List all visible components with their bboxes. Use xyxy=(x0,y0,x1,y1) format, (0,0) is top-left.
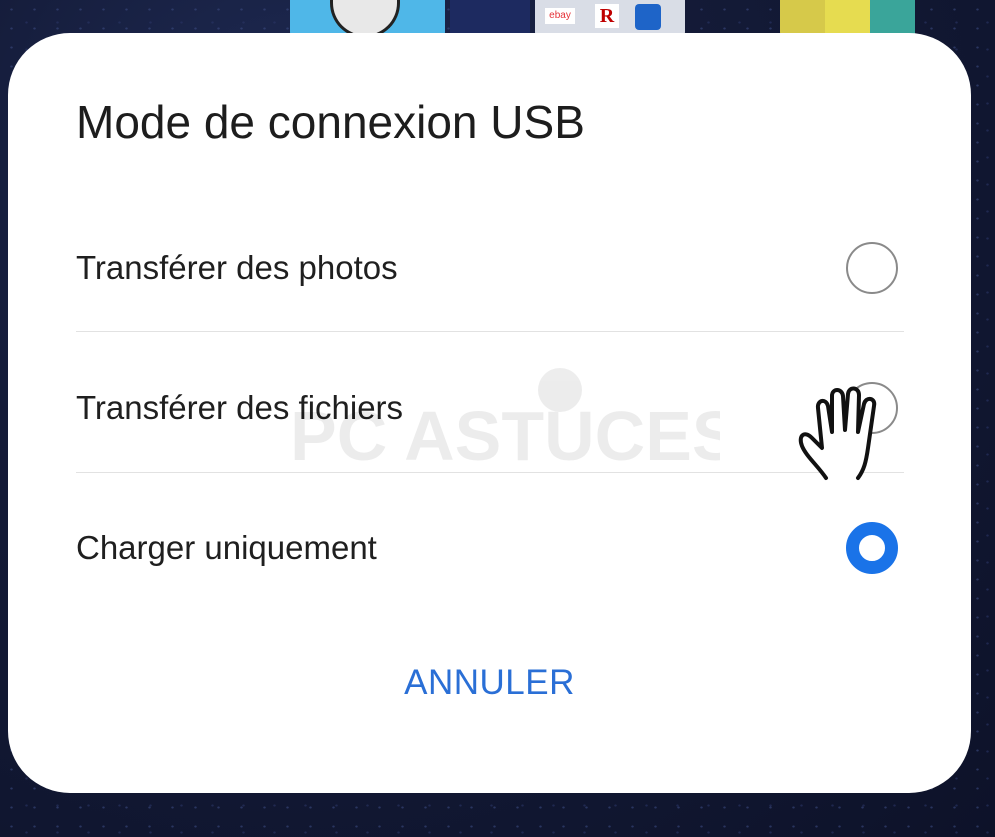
divider xyxy=(76,331,904,332)
ebay-icon: ebay xyxy=(545,8,575,24)
option-charge-only[interactable]: Charger uniquement xyxy=(76,478,904,618)
option-label: Transférer des photos xyxy=(76,249,398,286)
divider xyxy=(76,472,904,473)
rakuten-icon: R xyxy=(595,4,619,28)
paypal-icon xyxy=(635,4,661,30)
option-label: Transférer des fichiers xyxy=(76,389,404,426)
cancel-button[interactable]: ANNULER xyxy=(8,663,971,723)
option-label: Charger uniquement xyxy=(76,529,377,566)
option-transfer-photos[interactable]: Transférer des photos xyxy=(76,198,904,338)
hand-cursor-icon xyxy=(798,386,877,480)
radio-button-selected[interactable] xyxy=(846,522,898,574)
radio-button[interactable] xyxy=(846,242,898,294)
option-transfer-files[interactable]: Transférer des fichiers xyxy=(76,338,904,478)
dialog-title: Mode de connexion USB xyxy=(76,96,585,148)
